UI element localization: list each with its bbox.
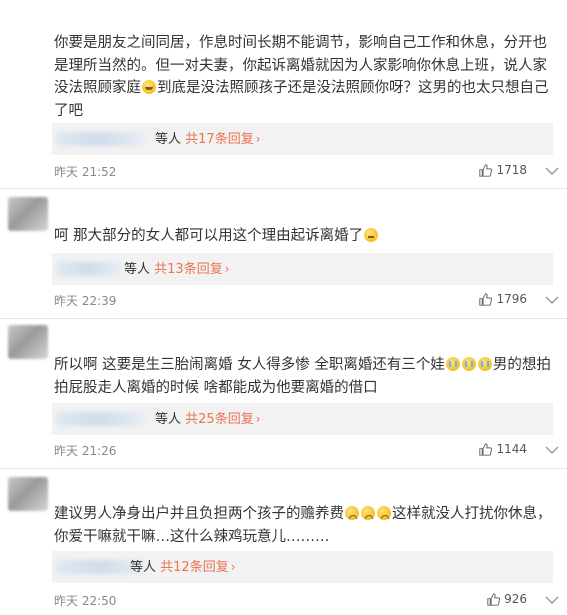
blurred-username xyxy=(56,132,146,146)
comment-time: 昨天 21:52 xyxy=(54,165,117,179)
crying-emoji xyxy=(461,357,476,371)
reply-summary[interactable]: 等人 共17条回复 › xyxy=(52,123,553,155)
like-button[interactable]: 1718 xyxy=(479,163,527,177)
comment-2: 呵 那大部分的女人都可以用这个理由起诉离婚了 等人 共13条回复 › 昨天 22:… xyxy=(0,189,567,317)
thumbs-up-icon xyxy=(487,592,501,606)
reply-count-link[interactable]: 共12条回复 xyxy=(160,560,229,575)
comment-time: 昨天 22:50 xyxy=(54,594,117,608)
chevron-down-icon[interactable] xyxy=(545,596,559,604)
thumbs-up-icon xyxy=(479,442,493,456)
reply-count-link[interactable]: 共17条回复 xyxy=(185,132,254,147)
chevron-right-icon: › xyxy=(230,560,236,574)
chevron-down-icon[interactable] xyxy=(545,296,559,304)
chevron-down-icon[interactable] xyxy=(545,446,559,454)
comment-text: 所以啊 这要是生三胎闹离婚 女人得多惨 全职离婚还有三个娃 男的想拍拍屁股走人离婚… xyxy=(54,357,551,396)
thinking-emoji xyxy=(364,228,379,242)
comment-text: 呵 那大部分的女人都可以用这个理由起诉离婚了 xyxy=(54,225,553,248)
like-button[interactable]: 1144 xyxy=(479,442,527,456)
blurred-username xyxy=(56,412,146,426)
chevron-right-icon: › xyxy=(224,262,230,276)
reply-summary[interactable]: 等人 共12条回复 › xyxy=(52,551,553,583)
chevron-right-icon: › xyxy=(255,132,261,146)
comment-time: 昨天 21:26 xyxy=(54,444,117,458)
avatar xyxy=(8,477,48,511)
chevron-right-icon: › xyxy=(255,412,261,426)
reply-count-link[interactable]: 共25条回复 xyxy=(185,412,254,427)
crying-emoji xyxy=(477,357,492,371)
crying-emoji xyxy=(445,357,460,371)
sad-emoji xyxy=(377,506,391,520)
comment-1: 你要是朋友之间同居，作息时间长期不能调节，影响自己工作和休息，分开也是理所当然的… xyxy=(0,0,567,188)
blurred-username xyxy=(56,262,122,276)
comment-text: 建议男人净身出户并且负担两个孩子的赡养费 这样就没人打扰你休息，你爱干嘛就干嘛…这… xyxy=(54,506,552,545)
avatar xyxy=(8,325,48,359)
chevron-down-icon[interactable] xyxy=(545,167,559,175)
reply-count-link[interactable]: 共13条回复 xyxy=(154,262,223,277)
sad-emoji xyxy=(361,506,375,520)
sweat-smile-emoji xyxy=(142,80,156,94)
like-button[interactable]: 1796 xyxy=(479,292,527,306)
avatar xyxy=(8,197,48,231)
sad-emoji xyxy=(345,506,359,520)
like-button[interactable]: 926 xyxy=(487,592,527,606)
thumbs-up-icon xyxy=(479,292,493,306)
reply-summary[interactable]: 等人 共13条回复 › xyxy=(52,253,553,285)
comment-text: 你要是朋友之间同居，作息时间长期不能调节，影响自己工作和休息，分开也是理所当然的… xyxy=(54,35,549,119)
comment-4: 建议男人净身出户并且负担两个孩子的赡养费 这样就没人打扰你休息，你爱干嘛就干嘛…这… xyxy=(0,469,567,615)
reply-summary[interactable]: 等人 共25条回复 › xyxy=(52,403,553,435)
comment-3: 所以啊 这要是生三胎闹离婚 女人得多惨 全职离婚还有三个娃 男的想拍拍屁股走人离婚… xyxy=(0,319,567,467)
comment-time: 昨天 22:39 xyxy=(54,294,117,308)
thumbs-up-icon xyxy=(479,163,493,177)
